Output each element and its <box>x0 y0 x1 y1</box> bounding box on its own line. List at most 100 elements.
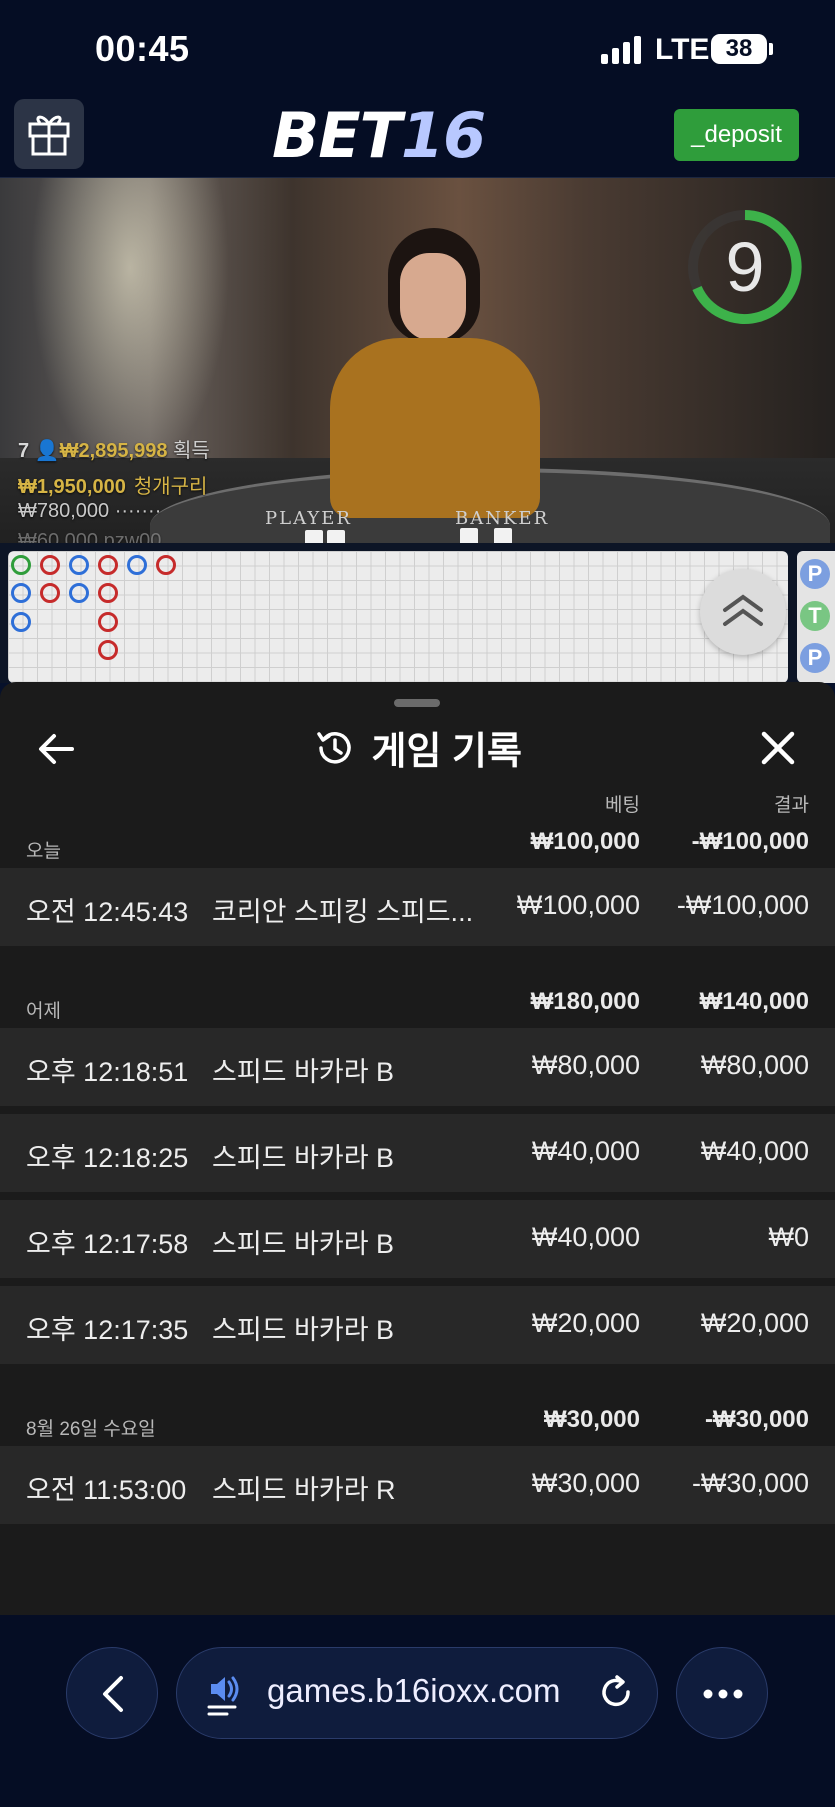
players-amount: ₩2,895,998 <box>59 440 168 462</box>
row-bet: ₩30,000 <box>531 1468 640 1498</box>
group-bet-total: ₩30,000 <box>543 1406 640 1433</box>
row-result: -₩100,000 <box>676 890 809 920</box>
chevron-left-icon <box>103 1676 123 1712</box>
video-light <box>30 178 230 478</box>
bead-road[interactable] <box>8 551 788 683</box>
bead-banker <box>98 583 118 603</box>
battery-level: 38 <box>725 35 753 62</box>
row-bet: ₩80,000 <box>531 1050 640 1080</box>
close-button[interactable] <box>754 724 802 772</box>
game-history-sheet: 게임 기록 베팅 결과 오늘 ₩100,000 -₩100,000 오전 12:… <box>0 682 835 1615</box>
banker-card <box>494 528 512 543</box>
bead-player <box>69 555 89 575</box>
row-bet: ₩40,000 <box>531 1222 640 1252</box>
group-result-total: -₩30,000 <box>704 1406 809 1433</box>
group-header: 어제 ₩180,000 ₩140,000 <box>0 980 835 1030</box>
side-chip-player[interactable]: P <box>800 559 830 589</box>
group-date: 8월 26일 수요일 <box>26 1419 156 1440</box>
players-stat: 7 👤₩2,895,998 획득 <box>18 434 210 463</box>
browser-back-button[interactable] <box>66 1647 158 1739</box>
bead-banker <box>98 555 118 575</box>
second-winner-amount: ₩780,000 <box>18 500 110 522</box>
row-result: ₩40,000 <box>700 1136 809 1166</box>
row-game: 스피드 바카라 R <box>212 1475 396 1505</box>
player-card <box>327 530 345 543</box>
bead-banker <box>40 555 60 575</box>
row-game: 스피드 바카라 B <box>212 1143 395 1173</box>
bead-player <box>127 555 147 575</box>
history-row[interactable]: 오후 12:18:25 스피드 바카라 B ₩40,000 ₩40,000 <box>0 1114 835 1192</box>
group-bet-total: ₩180,000 <box>530 988 640 1015</box>
history-icon <box>317 731 351 764</box>
app-header: BET16 _deposit <box>0 95 835 178</box>
logo-text: BET <box>272 99 402 172</box>
history-row[interactable]: 오후 12:17:58 스피드 바카라 B ₩40,000 ₩0 <box>0 1200 835 1278</box>
row-game: 스피드 바카라 B <box>212 1229 395 1259</box>
player-card <box>305 530 323 543</box>
group-date: 오늘 <box>26 841 61 862</box>
top-winner-name: 청개구리 <box>133 476 208 498</box>
history-row[interactable]: 오전 12:45:43 코리안 스피킹 스피드... ₩100,000 -₩10… <box>0 868 835 946</box>
history-row[interactable]: 오후 12:17:35 스피드 바카라 B ₩20,000 ₩20,000 <box>0 1286 835 1364</box>
bead-player <box>69 583 89 603</box>
bead-banker <box>98 640 118 660</box>
browser-more-button[interactable] <box>676 1647 768 1739</box>
browser-toolbar: games.b16ioxx.com <box>0 1615 835 1807</box>
status-bar: 00:45 LTE 38 <box>0 0 835 95</box>
address-bar[interactable]: games.b16ioxx.com <box>176 1647 658 1739</box>
history-row[interactable]: 오후 12:18:51 스피드 바카라 B ₩80,000 ₩80,000 <box>0 1028 835 1106</box>
bead-player <box>11 612 31 632</box>
sheet-header: 게임 기록 <box>0 720 835 780</box>
expand-button[interactable] <box>700 569 786 655</box>
live-video[interactable]: PLAYER BANKER 9 7 👤₩2,895,998 획득 ₩1,950,… <box>0 178 835 543</box>
group-result-total: -₩100,000 <box>691 828 809 855</box>
row-result: ₩20,000 <box>700 1308 809 1338</box>
players-count: 7 <box>18 440 30 462</box>
countdown-timer: 9 <box>725 228 765 306</box>
sheet-grabber[interactable] <box>394 699 440 707</box>
logo-number: 16 <box>400 99 486 172</box>
column-header-bet: 베팅 <box>605 795 640 816</box>
top-winner: ₩1,950,000 청개구리 <box>18 470 207 499</box>
group-header: 8월 26일 수요일 ₩30,000 -₩30,000 <box>0 1398 835 1448</box>
second-winner-name: ······· <box>114 500 162 522</box>
brand-logo[interactable]: BET16 <box>272 99 486 172</box>
row-bet: ₩20,000 <box>531 1308 640 1338</box>
column-header-result: 결과 <box>774 795 809 816</box>
row-result: -₩30,000 <box>691 1468 809 1498</box>
row-time: 오후 12:18:51 <box>26 1057 189 1087</box>
side-chip-player[interactable]: P <box>800 643 830 673</box>
status-time: 00:45 <box>95 28 190 69</box>
gift-button[interactable] <box>14 99 84 169</box>
row-game: 스피드 바카라 B <box>212 1057 395 1087</box>
group-bet-total: ₩100,000 <box>530 828 640 855</box>
battery-tip <box>769 43 773 55</box>
banker-zone-label: BANKER <box>455 508 550 529</box>
bead-banker <box>98 612 118 632</box>
row-bet: ₩100,000 <box>516 890 640 920</box>
row-time: 오후 12:17:58 <box>26 1229 189 1259</box>
speaker-icon[interactable] <box>205 1670 245 1718</box>
signal-icon <box>601 34 645 64</box>
row-result: ₩80,000 <box>700 1050 809 1080</box>
bead-banker <box>40 583 60 603</box>
side-bet-column: P T P <box>797 551 835 683</box>
bead-player <box>11 583 31 603</box>
bead-banker <box>156 555 176 575</box>
players-suffix: 획득 <box>173 440 210 462</box>
row-result: ₩0 <box>768 1222 810 1252</box>
group-date: 어제 <box>26 1001 61 1022</box>
row-time: 오후 12:18:25 <box>26 1143 189 1173</box>
battery-icon: 38 <box>711 34 767 64</box>
side-chip-tie[interactable]: T <box>800 601 830 631</box>
second-winner: ₩780,000 ······· <box>18 500 161 523</box>
chevron-up-double-icon <box>723 594 763 626</box>
group-result-total: ₩140,000 <box>699 988 809 1015</box>
reload-icon[interactable] <box>595 1672 637 1714</box>
close-icon <box>761 731 795 765</box>
more-icon <box>703 1689 743 1699</box>
history-row[interactable]: 오전 11:53:00 스피드 바카라 R ₩30,000 -₩30,000 <box>0 1446 835 1524</box>
top-winner-amount: ₩1,950,000 <box>18 476 126 498</box>
row-time: 오후 12:17:35 <box>26 1315 189 1345</box>
deposit-button[interactable]: _deposit <box>674 109 799 161</box>
